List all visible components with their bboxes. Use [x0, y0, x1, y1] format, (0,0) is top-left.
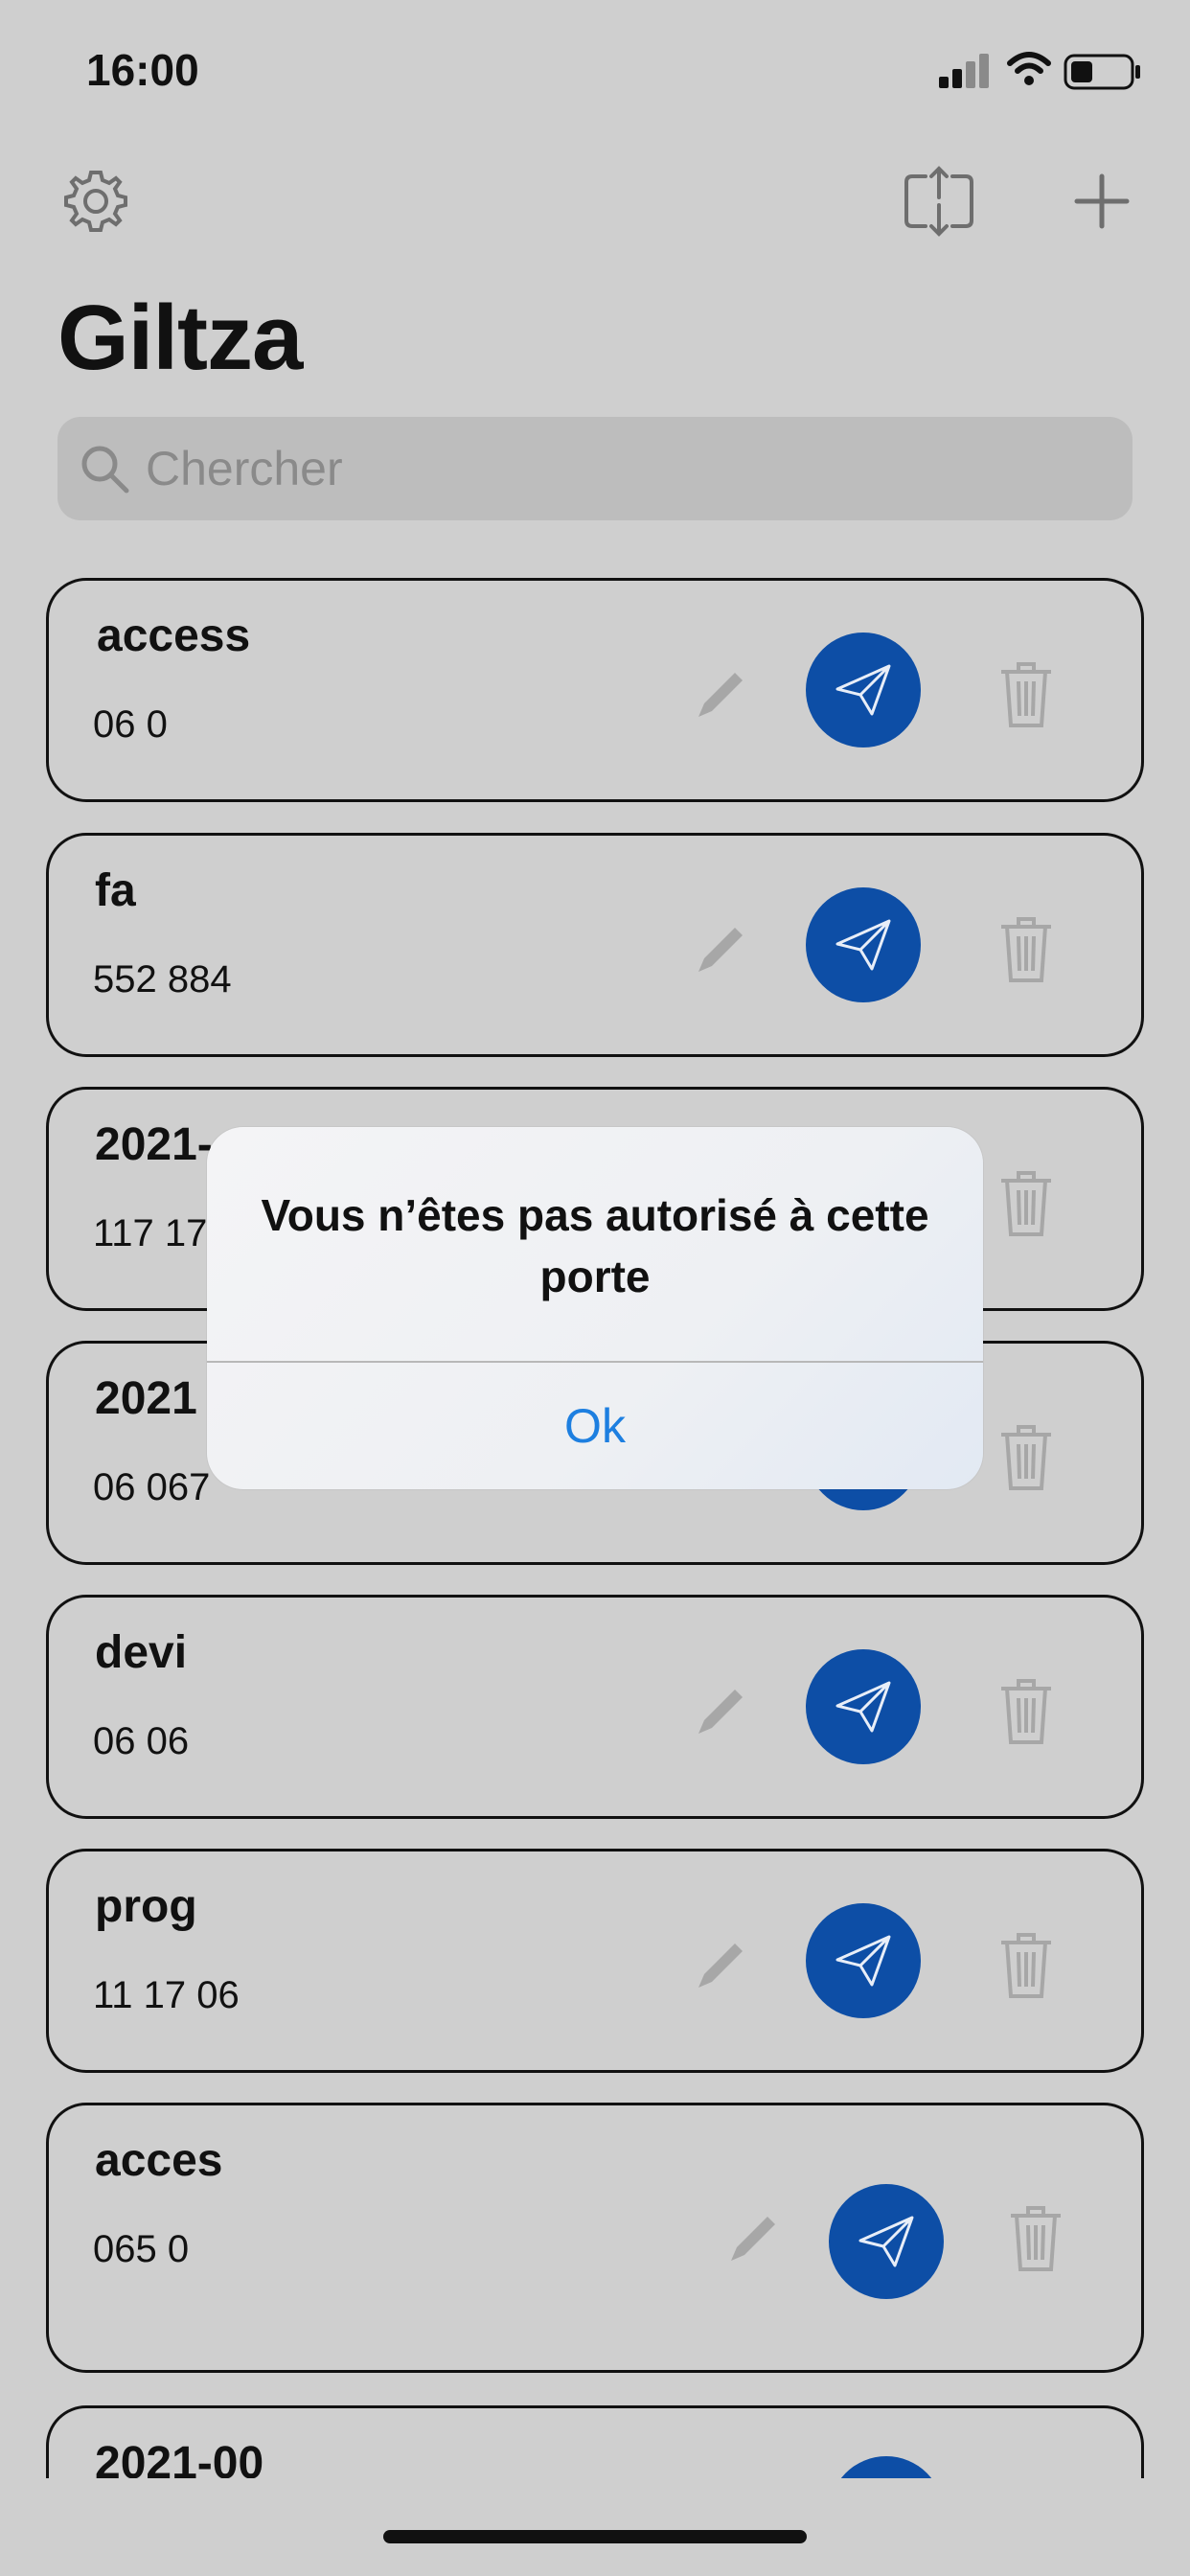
edit-button[interactable] — [681, 1674, 758, 1751]
alert-message: Vous n’êtes pas autorisé à cette porte — [261, 1190, 929, 1301]
pencil-icon — [698, 673, 743, 717]
battery-icon — [1064, 54, 1140, 90]
item-number: 06 067 — [93, 1466, 211, 1508]
trash-icon — [1001, 917, 1051, 982]
trash-icon — [1001, 1679, 1051, 1744]
import-export-button[interactable] — [901, 163, 977, 240]
delete-button[interactable] — [988, 1668, 1064, 1755]
pencil-icon — [698, 1944, 743, 1988]
item-title: devi — [95, 1627, 188, 1678]
item-title: acces — [95, 2135, 223, 2186]
trash-icon — [1001, 1171, 1051, 1236]
plus-icon — [1074, 173, 1130, 229]
paper-plane-icon — [835, 1935, 891, 1987]
paper-plane-icon — [835, 1681, 891, 1733]
item-title: access — [97, 610, 251, 661]
settings-button[interactable] — [57, 163, 134, 240]
item-number: 065 0 — [93, 2228, 190, 2270]
arrows-vertical-frame-icon — [904, 166, 973, 237]
trash-icon — [1001, 662, 1051, 727]
status-time: 16:00 — [86, 45, 199, 95]
list-item[interactable]: prog 11 17 06 — [46, 1849, 1144, 2073]
list-item[interactable]: acces 065 0 — [46, 2103, 1144, 2373]
pencil-icon — [731, 2217, 775, 2261]
search-input[interactable] — [146, 441, 1008, 496]
send-button[interactable] — [806, 887, 921, 1002]
item-title: prog — [95, 1881, 197, 1932]
item-number: 552 884 — [93, 958, 232, 1000]
paper-plane-icon — [835, 919, 891, 971]
paper-plane-icon — [835, 664, 891, 716]
bottom-safe-area — [0, 2478, 1190, 2576]
edit-button[interactable] — [714, 2201, 790, 2278]
page-title: Giltza — [57, 287, 303, 389]
send-button[interactable] — [806, 1649, 921, 1764]
item-number: 11 17 06 — [93, 1974, 240, 2016]
delete-button[interactable] — [988, 652, 1064, 738]
list-item[interactable]: fa 552 884 — [46, 833, 1144, 1057]
trash-icon — [1001, 1933, 1051, 1998]
edit-button[interactable] — [681, 1928, 758, 2005]
trash-icon — [1001, 1425, 1051, 1490]
send-button[interactable] — [806, 1903, 921, 2018]
item-number: 06 06 — [93, 1720, 190, 1762]
send-button[interactable] — [829, 2184, 944, 2299]
send-button[interactable] — [806, 632, 921, 748]
edit-button[interactable] — [681, 657, 758, 734]
search-bar[interactable] — [57, 417, 1133, 520]
pencil-icon — [698, 928, 743, 972]
cellular-signal-icon — [939, 54, 989, 88]
home-indicator[interactable] — [383, 2530, 807, 2543]
paper-plane-icon — [858, 2216, 914, 2267]
delete-button[interactable] — [988, 1414, 1064, 1501]
add-button[interactable] — [1064, 163, 1140, 240]
alert-dialog: Vous n’êtes pas autorisé à cette porte O… — [207, 1127, 983, 1489]
delete-button[interactable] — [988, 1922, 1064, 2009]
trash-icon — [1011, 2206, 1061, 2271]
pencil-icon — [698, 1690, 743, 1734]
item-title: 2021- — [95, 1119, 213, 1170]
item-title: fa — [95, 865, 136, 916]
status-bar: 16:00 — [0, 0, 1190, 144]
item-number: 117 17 — [93, 1212, 208, 1254]
item-title: 2021 — [95, 1373, 197, 1424]
alert-ok-button[interactable]: Ok — [207, 1363, 983, 1489]
item-number: 06 0 — [93, 703, 168, 746]
delete-button[interactable] — [997, 2196, 1074, 2282]
list-item[interactable]: devi 06 06 — [46, 1595, 1144, 1819]
wifi-icon — [1007, 52, 1051, 85]
edit-button[interactable] — [681, 912, 758, 989]
search-icon — [81, 446, 129, 494]
delete-button[interactable] — [988, 907, 1064, 993]
list-item[interactable]: access 06 0 — [46, 578, 1144, 802]
delete-button[interactable] — [988, 1161, 1064, 1247]
gear-icon — [64, 171, 127, 232]
